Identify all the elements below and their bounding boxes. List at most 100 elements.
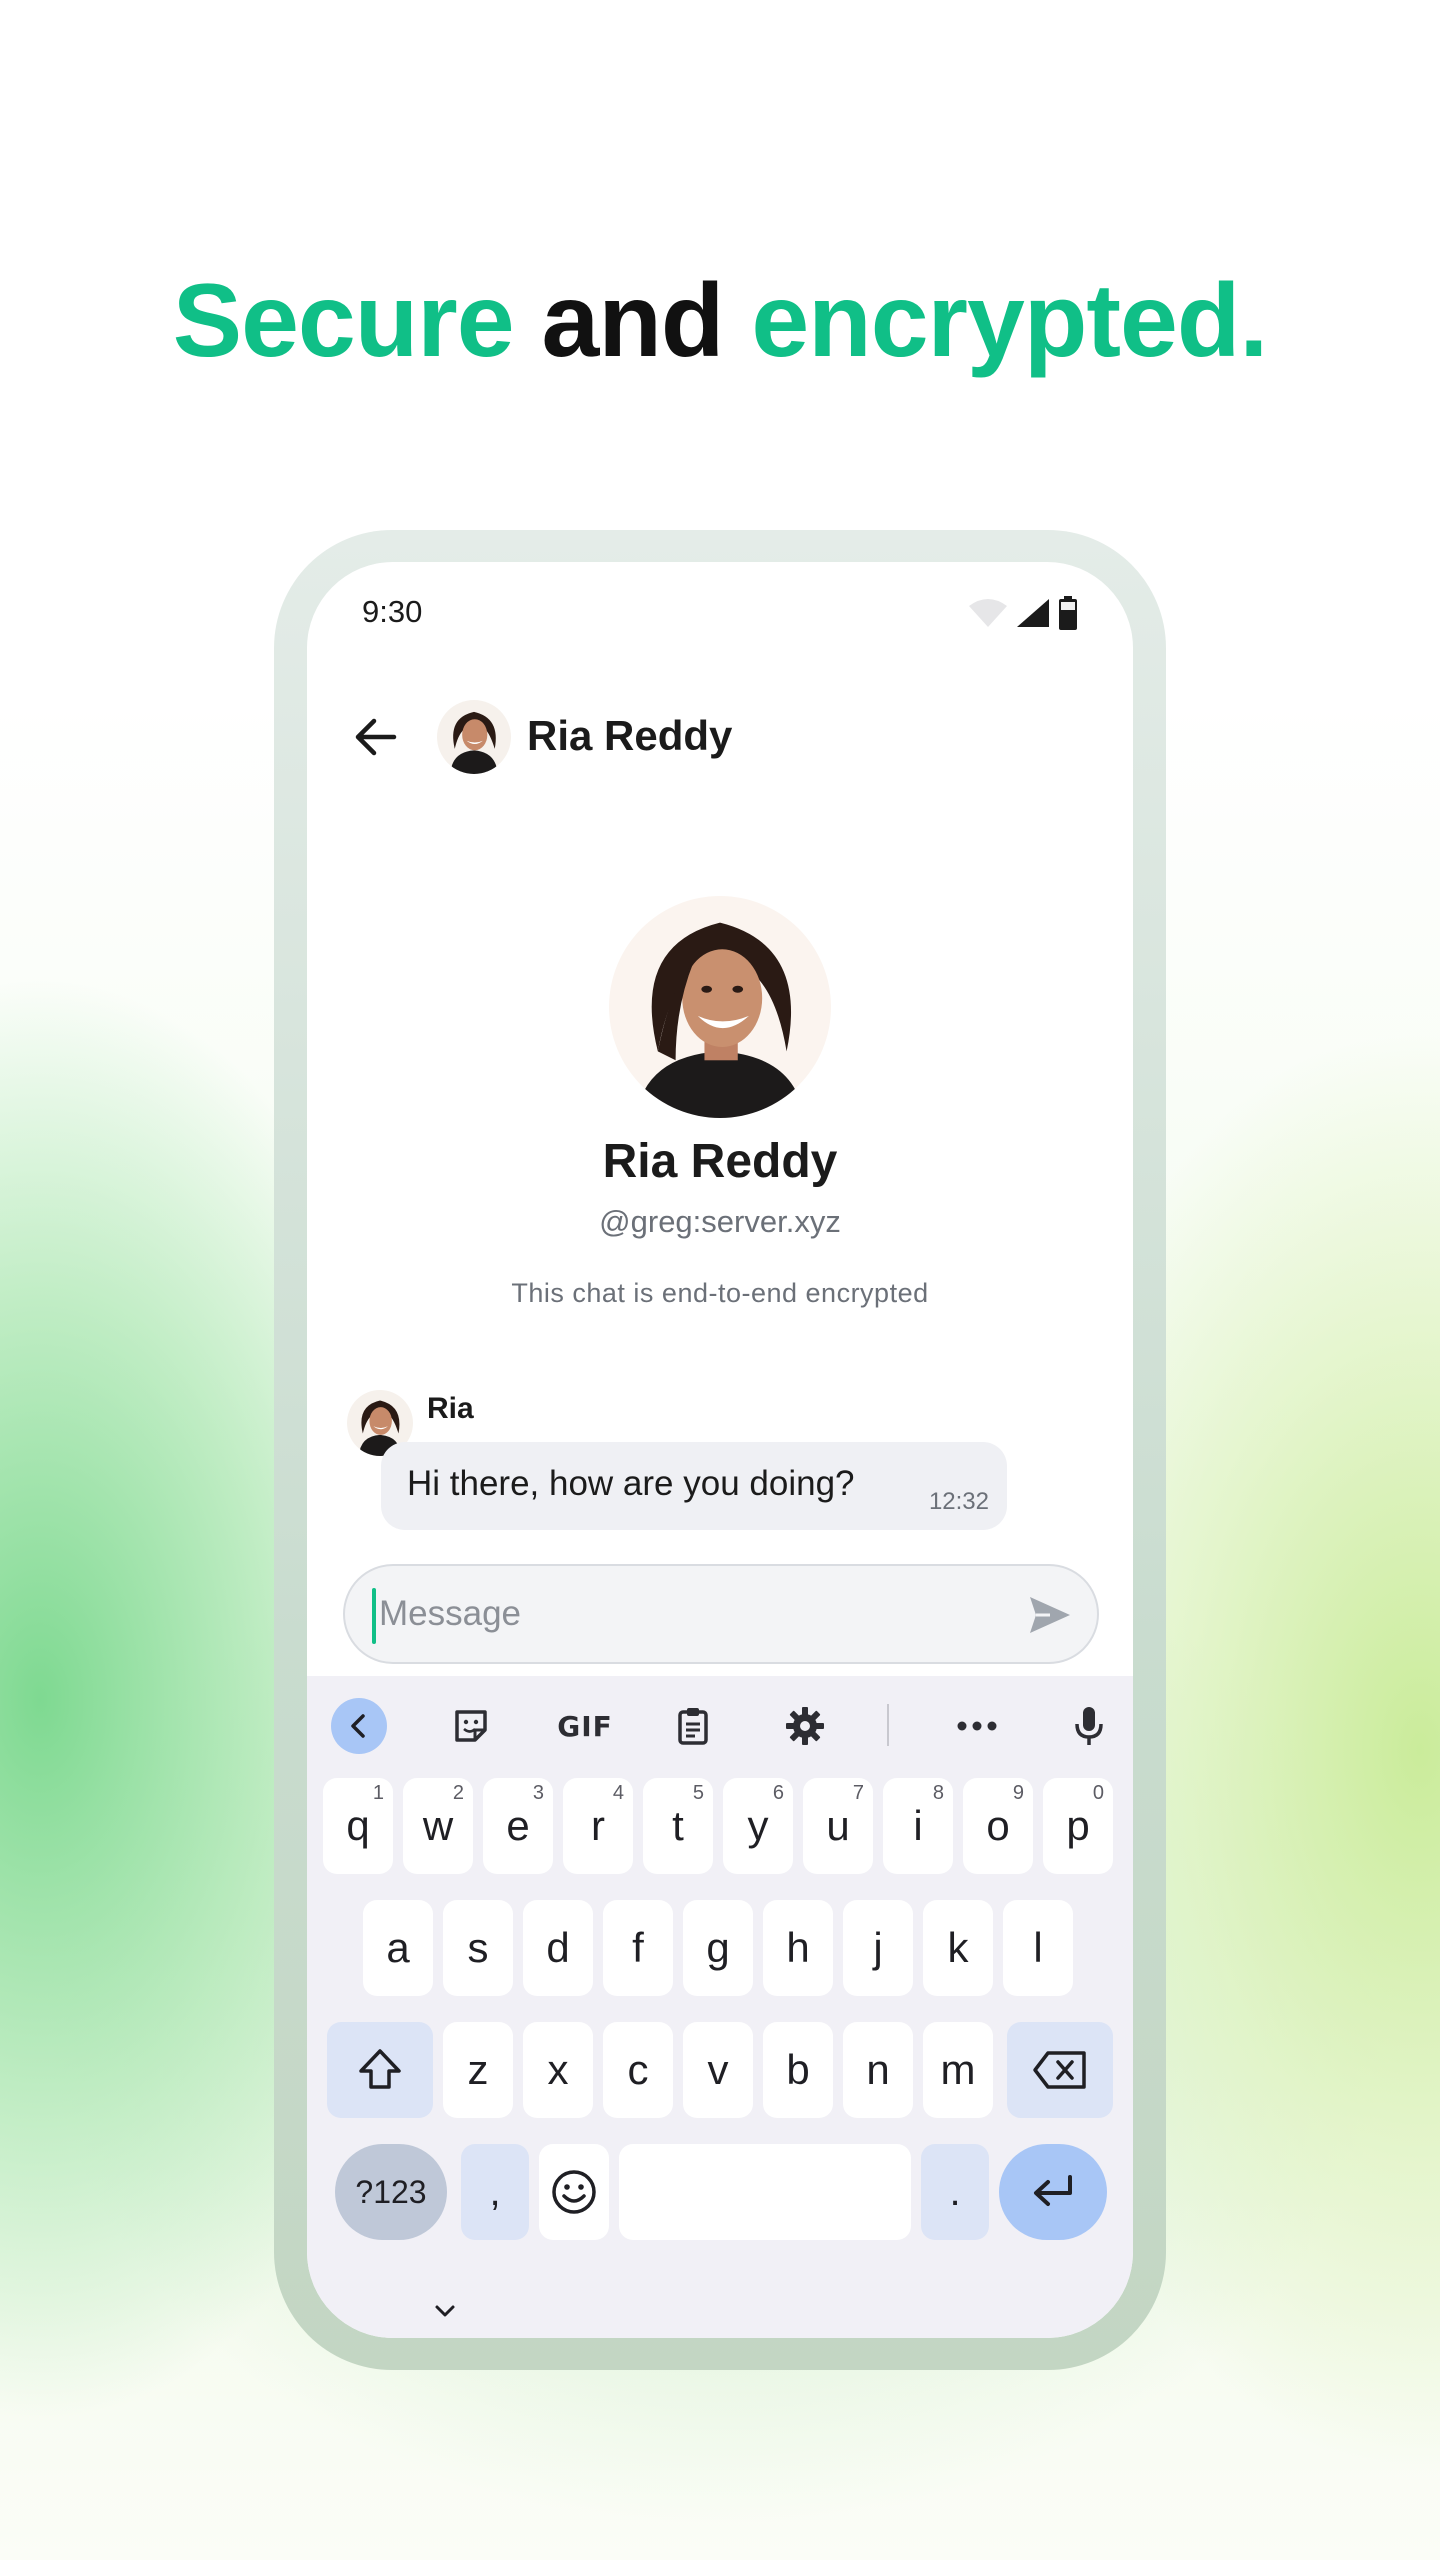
key-i[interactable]: i8 (883, 1778, 953, 1874)
key-label: i (913, 1802, 923, 1849)
key-hint: 6 (772, 1782, 784, 1804)
chat-title: Ria Reddy (527, 712, 733, 759)
key-j[interactable]: j (843, 1900, 913, 1996)
key-hint: 8 (932, 1782, 944, 1804)
key-q[interactable]: q1 (323, 1778, 393, 1874)
keyboard-collapse-button[interactable] (331, 1698, 387, 1754)
settings-button[interactable] (777, 1698, 833, 1754)
back-button[interactable] (343, 704, 409, 770)
chevron-down-icon (435, 2305, 455, 2317)
sticker-icon (455, 1710, 487, 1742)
key-m[interactable]: m (923, 2022, 993, 2118)
status-icons (968, 596, 1078, 635)
key-z[interactable]: z (443, 2022, 513, 2118)
profile-handle: @greg:server.xyz (599, 1204, 841, 1239)
key-label: t (672, 1802, 684, 1849)
clipboard-button[interactable] (665, 1698, 721, 1754)
shift-key[interactable] (327, 2022, 433, 2118)
emoji-icon (552, 2170, 596, 2214)
toolbar-divider (887, 1704, 889, 1746)
shift-icon (359, 2049, 401, 2089)
battery-icon (1058, 596, 1078, 635)
key-p[interactable]: p0 (1043, 1778, 1113, 1874)
message-sender: Ria (427, 1392, 474, 1425)
key-v[interactable]: v (683, 2022, 753, 2118)
backspace-icon (1033, 2051, 1086, 2089)
message-composer[interactable]: Message (343, 1564, 1099, 1664)
key-label: y (747, 1802, 769, 1849)
profile-avatar[interactable] (609, 896, 831, 1118)
message-text: Hi there, how are you doing? (407, 1464, 855, 1503)
key-hint: 0 (1092, 1782, 1104, 1804)
gif-button[interactable]: GIF (547, 1698, 623, 1754)
clipboard-icon (678, 1708, 708, 1745)
key-label: w (422, 1802, 454, 1849)
signal-icon (1016, 598, 1050, 633)
keyboard: GIF q 1 w 2 e 3 r 4 t 5 y 6 u 7 i 8 o 9 … (307, 1676, 1133, 2338)
key-hint: 5 (692, 1782, 704, 1804)
send-button[interactable] (1025, 1590, 1075, 1640)
gear-icon (786, 1707, 824, 1745)
key-x[interactable]: x (523, 2022, 593, 2118)
key-a[interactable]: a (363, 1900, 433, 1996)
phone-screen: 9:30 Ria Reddy Ria Reddy @greg:server.xy… (307, 562, 1133, 2338)
hide-keyboard-button[interactable] (425, 2296, 465, 2326)
key-k[interactable]: k (923, 1900, 993, 1996)
message-input[interactable]: Message (379, 1594, 521, 1634)
key-t[interactable]: t5 (643, 1778, 713, 1874)
headline-part1: Secure (172, 263, 515, 379)
comma-key[interactable]: , (461, 2144, 529, 2240)
key-d[interactable]: d (523, 1900, 593, 1996)
key-g[interactable]: g (683, 1900, 753, 1996)
key-hint: 3 (532, 1782, 544, 1804)
space-key[interactable] (619, 2144, 911, 2240)
symbols-key[interactable]: ?123 (335, 2144, 447, 2240)
key-h[interactable]: h (763, 1900, 833, 1996)
key-label: e (506, 1802, 530, 1849)
key-c[interactable]: c (603, 2022, 673, 2118)
key-l[interactable]: l (1003, 1900, 1073, 1996)
arrow-left-icon (355, 718, 397, 756)
sticker-button[interactable] (443, 1698, 499, 1754)
key-label: r (591, 1802, 605, 1849)
more-icon (957, 1721, 997, 1731)
key-b[interactable]: b (763, 2022, 833, 2118)
wifi-icon (968, 598, 1008, 633)
text-cursor (372, 1588, 376, 1644)
send-icon (1030, 1597, 1070, 1633)
period-key[interactable]: . (921, 2144, 989, 2240)
emoji-key[interactable] (539, 2144, 609, 2240)
key-hint: 7 (852, 1782, 864, 1804)
key-e[interactable]: e3 (483, 1778, 553, 1874)
message-time: 12:32 (928, 1488, 989, 1515)
voice-input-button[interactable] (1061, 1698, 1117, 1754)
key-s[interactable]: s (443, 1900, 513, 1996)
key-o[interactable]: o9 (963, 1778, 1033, 1874)
key-y[interactable]: y6 (723, 1778, 793, 1874)
mic-icon (1075, 1707, 1103, 1745)
backspace-key[interactable] (1007, 2022, 1113, 2118)
key-u[interactable]: u7 (803, 1778, 873, 1874)
gif-icon: GIF (557, 1709, 613, 1743)
chat-header: Ria Reddy (307, 682, 1133, 792)
headline-part2: and (541, 263, 725, 379)
chevron-left-icon (351, 1714, 365, 1738)
message-bubble[interactable]: Hi there, how are you doing? 12:32 (381, 1442, 1007, 1530)
keyboard-toolbar: GIF (307, 1676, 1133, 1774)
key-label: u (826, 1802, 850, 1849)
key-n[interactable]: n (843, 2022, 913, 2118)
key-label: q (346, 1802, 370, 1849)
enter-icon (1034, 2175, 1072, 2206)
key-hint: 2 (452, 1782, 464, 1804)
key-f[interactable]: f (603, 1900, 673, 1996)
enter-key[interactable] (999, 2144, 1107, 2240)
key-w[interactable]: w2 (403, 1778, 473, 1874)
key-r[interactable]: r4 (563, 1778, 633, 1874)
headline-part3: encrypted. (751, 263, 1268, 379)
avatar[interactable] (437, 700, 511, 774)
key-label: p (1066, 1802, 1090, 1849)
headline: Secure and encrypted. (0, 262, 1440, 381)
key-hint: 1 (372, 1782, 384, 1804)
more-button[interactable] (949, 1698, 1005, 1754)
encryption-notice: This chat is end-to-end encrypted (511, 1278, 929, 1308)
